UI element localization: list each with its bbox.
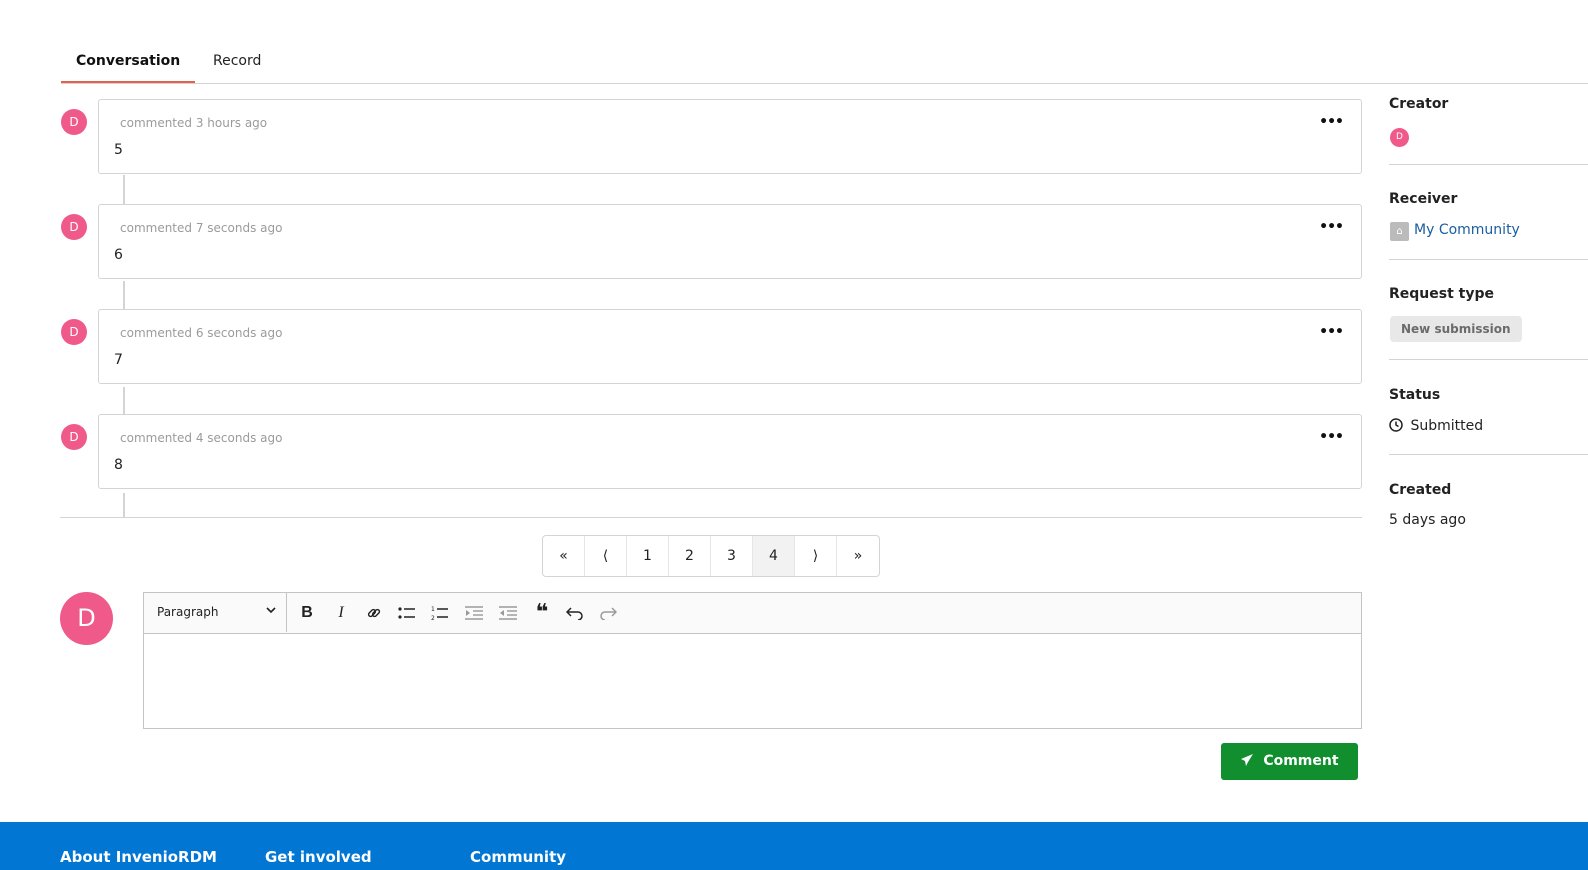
more-options-icon[interactable]: ••• [1319, 219, 1344, 235]
request-type-label: New submission [1390, 316, 1522, 342]
first-page-button[interactable]: « [543, 536, 585, 576]
divider [60, 517, 1362, 518]
more-options-icon[interactable]: ••• [1319, 114, 1344, 130]
divider [1389, 164, 1588, 165]
avatar[interactable]: D [61, 424, 87, 450]
comment-card: commented 4 seconds ago 8 ••• [98, 414, 1362, 489]
receiver-community-link[interactable]: My Community [1414, 222, 1520, 238]
bold-icon[interactable]: B [295, 602, 319, 624]
next-page-button[interactable]: ⟩ [795, 536, 837, 576]
paper-plane-icon [1240, 753, 1263, 769]
timeline-connector [123, 175, 125, 204]
comment-text: 5 [114, 142, 123, 158]
svg-text:1: 1 [431, 606, 435, 613]
outdent-icon[interactable] [496, 602, 520, 624]
timeline-connector [123, 493, 125, 517]
comment-meta: commented 3 hours ago [120, 116, 268, 130]
undo-icon[interactable] [563, 602, 587, 624]
svg-text:2: 2 [431, 615, 435, 621]
status-text: Submitted [1410, 418, 1484, 434]
page-2-button[interactable]: 2 [669, 536, 711, 576]
block-format-select[interactable]: Paragraph [144, 593, 287, 632]
page-3-button[interactable]: 3 [711, 536, 753, 576]
page-4-button[interactable]: 4 [753, 536, 795, 576]
numbered-list-icon[interactable]: 12 [428, 602, 452, 624]
footer-community-heading: Community [470, 848, 567, 866]
comment-card: commented 7 seconds ago 6 ••• [98, 204, 1362, 279]
bulleted-list-icon[interactable] [395, 602, 419, 624]
block-format-label: Paragraph [157, 605, 219, 619]
prev-page-button[interactable]: ⟨ [585, 536, 627, 576]
indent-icon[interactable] [462, 602, 486, 624]
footer-get-involved-heading: Get involved [265, 848, 372, 866]
comment-meta: commented 6 seconds ago [120, 326, 283, 340]
footer-about-heading: About InvenioRDM [60, 848, 217, 866]
request-tabs: Conversation Record [61, 40, 1588, 84]
divider [1389, 454, 1588, 455]
creator-avatar[interactable]: D [1390, 128, 1409, 147]
redo-icon[interactable] [596, 602, 620, 624]
more-options-icon[interactable]: ••• [1319, 429, 1344, 445]
last-page-button[interactable]: » [837, 536, 879, 576]
status-heading: Status [1389, 387, 1441, 403]
comment-editor: Paragraph B I 12 ❝ [143, 592, 1362, 729]
link-icon[interactable] [362, 602, 386, 624]
avatar: D [60, 592, 113, 645]
comment-text: 7 [114, 352, 123, 368]
tab-record[interactable]: Record [198, 52, 276, 82]
receiver-heading: Receiver [1389, 191, 1458, 207]
divider [1389, 359, 1588, 360]
editor-toolbar: Paragraph B I 12 ❝ [144, 593, 1361, 634]
page-1-button[interactable]: 1 [627, 536, 669, 576]
created-value: 5 days ago [1389, 512, 1466, 528]
pagination: « ⟨ 1 2 3 4 ⟩ » [542, 535, 880, 577]
comment-textarea[interactable] [144, 634, 1361, 730]
blockquote-icon[interactable]: ❝ [530, 602, 554, 624]
creator-heading: Creator [1389, 96, 1449, 112]
site-footer: About InvenioRDM Get involved Community [0, 822, 1588, 870]
comment-card: commented 3 hours ago 5 ••• [98, 99, 1362, 174]
timeline-connector [123, 387, 125, 416]
avatar[interactable]: D [61, 109, 87, 135]
chevron-down-icon [266, 593, 276, 632]
created-heading: Created [1389, 482, 1452, 498]
divider [1389, 259, 1588, 260]
more-options-icon[interactable]: ••• [1319, 324, 1344, 340]
comment-submit-label: Comment [1263, 753, 1339, 769]
comment-meta: commented 4 seconds ago [120, 431, 283, 445]
comment-card: commented 6 seconds ago 7 ••• [98, 309, 1362, 384]
community-logo-icon: ⌂ [1390, 222, 1409, 241]
avatar[interactable]: D [61, 319, 87, 345]
request-type-heading: Request type [1389, 286, 1494, 302]
comment-meta: commented 7 seconds ago [120, 221, 283, 235]
tab-conversation[interactable]: Conversation [61, 52, 196, 83]
timeline-connector [123, 281, 125, 310]
italic-icon[interactable]: I [329, 602, 353, 624]
comment-text: 8 [114, 457, 123, 473]
clock-icon [1389, 418, 1410, 434]
comment-submit-button[interactable]: Comment [1221, 743, 1358, 780]
avatar[interactable]: D [61, 214, 87, 240]
status-value: Submitted [1389, 418, 1483, 434]
comment-text: 6 [114, 247, 123, 263]
